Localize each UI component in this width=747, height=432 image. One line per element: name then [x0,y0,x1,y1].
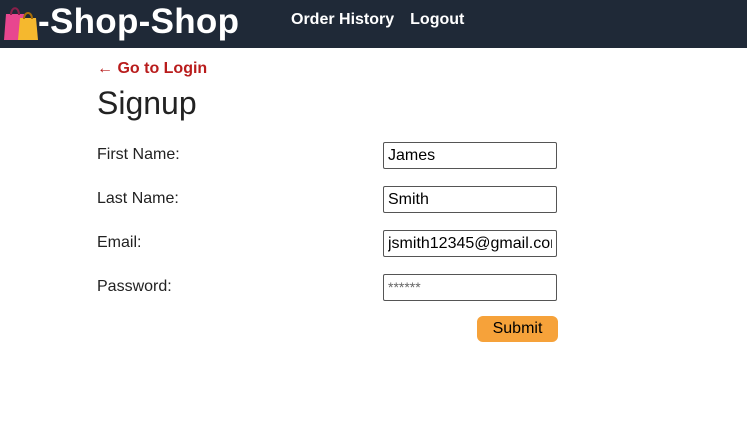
password-label: Password: [97,278,172,295]
signup-content: ← Go to Login Signup First Name: Last Na… [97,58,567,362]
submit-row: Submit [97,316,567,362]
first-name-row: First Name: [97,142,567,190]
last-name-row: Last Name: [97,186,567,234]
last-name-label: Last Name: [97,190,179,207]
signup-form: First Name: Last Name: Email: Password: … [97,142,567,362]
email-label: Email: [97,234,142,251]
last-name-input[interactable] [383,186,557,213]
top-navbar: -Shop-Shop Order History Logout [0,0,747,48]
email-input[interactable] [383,230,557,257]
main-nav: Order History Logout [291,11,464,29]
page-title: Signup [97,85,197,121]
brand-title: -Shop-Shop [38,2,240,41]
submit-button[interactable]: Submit [477,316,558,342]
go-to-login-link[interactable]: ← Go to Login [97,60,207,78]
first-name-input[interactable] [383,142,557,169]
password-input[interactable] [383,274,557,301]
order-history-link[interactable]: Order History [291,11,394,29]
brand-logo[interactable]: -Shop-Shop [2,0,239,44]
shopping-bags-icon [4,7,38,40]
email-row: Email: [97,230,567,278]
first-name-label: First Name: [97,146,180,163]
logout-link[interactable]: Logout [410,11,464,29]
